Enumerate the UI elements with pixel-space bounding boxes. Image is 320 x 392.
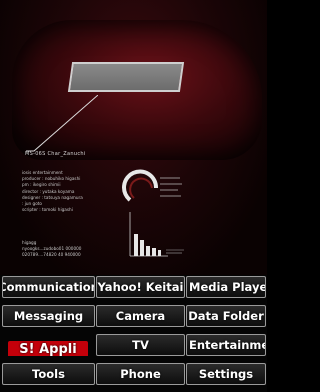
menu-item-tools[interactable]: Tools bbox=[2, 363, 95, 385]
wallpaper-image: MS-06S Char_Zanuchi iosis entertainment … bbox=[0, 0, 267, 275]
phone-screen: MS-06S Char_Zanuchi iosis entertainment … bbox=[0, 0, 267, 392]
menu-item-tv[interactable]: TV bbox=[96, 334, 185, 356]
gauge-graphic bbox=[122, 169, 182, 202]
menu-item-settings[interactable]: Settings bbox=[186, 363, 266, 385]
contact-block: higagg nyoogks...zudobo01 000000 020789.… bbox=[22, 240, 81, 259]
main-menu-grid: Communication Yahoo! Keitai Media Playe … bbox=[0, 275, 267, 392]
menu-item-communication[interactable]: Communication bbox=[2, 276, 95, 298]
menu-item-s-appli[interactable]: S! Appli bbox=[2, 334, 95, 356]
mech-name-label: MS-06S Char_Zanuchi bbox=[25, 151, 86, 157]
credits-block: iosis entertainment producer : nobuhiko … bbox=[22, 170, 132, 213]
menu-item-label: S! Appli bbox=[19, 342, 77, 356]
menu-item-phone[interactable]: Phone bbox=[96, 363, 185, 385]
menu-item-data-folder[interactable]: Data Folder bbox=[186, 305, 266, 327]
credit-line: scripter : tomoki higashi bbox=[22, 207, 73, 213]
contact-line: 020789....74820 40 940000 bbox=[22, 252, 81, 258]
menu-item-media-player[interactable]: Media Playe bbox=[186, 276, 266, 298]
menu-row: Tools Phone Settings bbox=[0, 363, 267, 386]
menu-item-entertainment[interactable]: Entertainmen bbox=[186, 334, 266, 356]
mech-visor-graphic bbox=[67, 62, 185, 92]
menu-row: S! Appli TV Entertainmen bbox=[0, 334, 267, 357]
menu-row: Messaging Camera Data Folder bbox=[0, 305, 267, 328]
menu-row: Communication Yahoo! Keitai Media Playe bbox=[0, 276, 267, 299]
selection-highlight: S! Appli bbox=[8, 341, 88, 356]
callout-line bbox=[26, 95, 98, 152]
menu-item-yahoo-keitai[interactable]: Yahoo! Keitai bbox=[96, 276, 185, 298]
menu-item-messaging[interactable]: Messaging bbox=[2, 305, 95, 327]
bar-graph-graphic bbox=[129, 212, 184, 257]
menu-item-camera[interactable]: Camera bbox=[96, 305, 185, 327]
